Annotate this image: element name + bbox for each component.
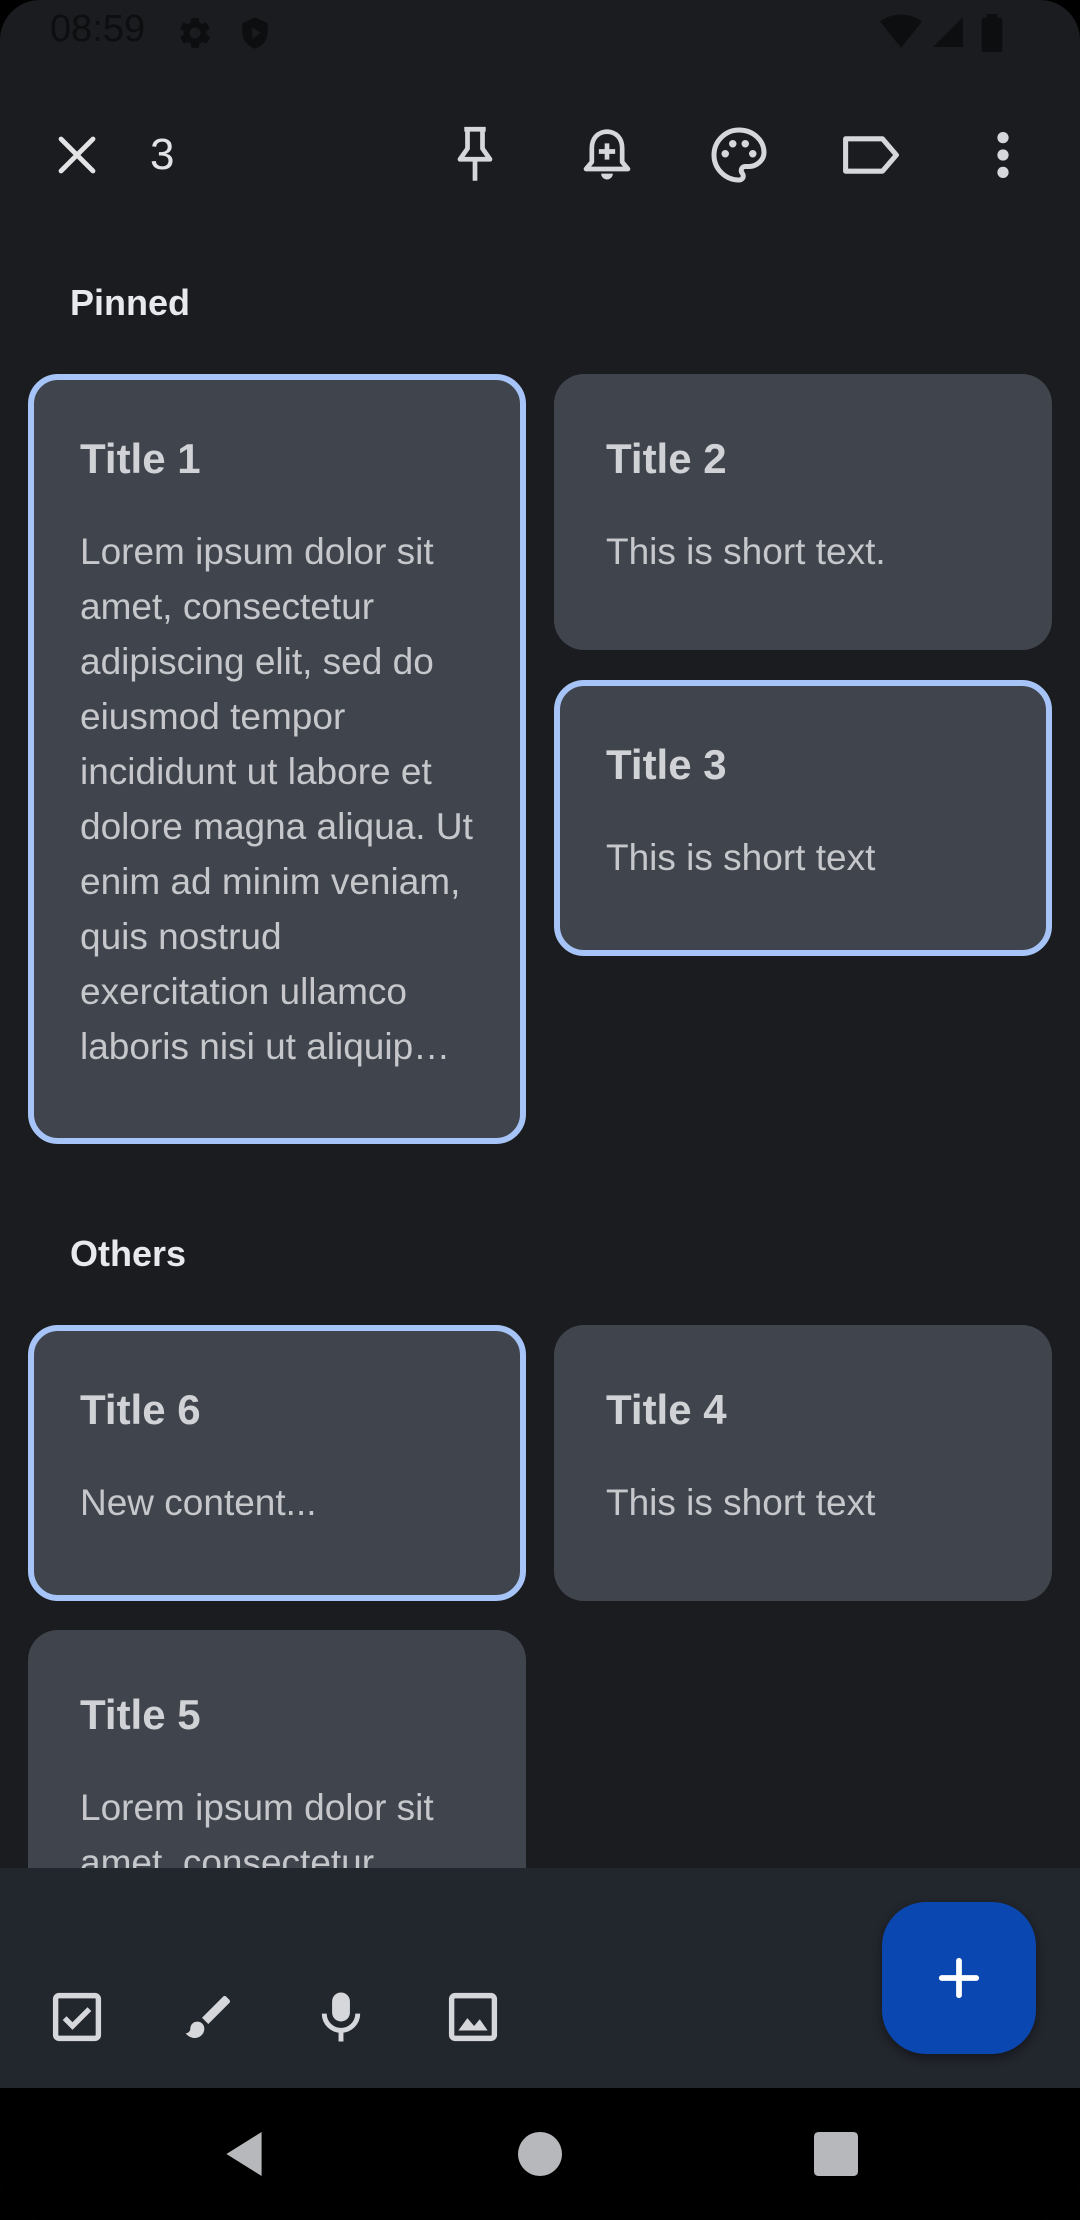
close-icon[interactable]: [44, 122, 110, 188]
battery-icon: [980, 14, 1004, 57]
signal-icon: [930, 14, 966, 55]
note-body: New content...: [80, 1482, 317, 1523]
note-card-title-3[interactable]: Title 3 This is short text: [554, 680, 1052, 956]
palette-icon[interactable]: [706, 122, 772, 188]
pinned-section-label: Pinned: [70, 282, 191, 323]
selection-action-bar: 3: [0, 90, 1080, 220]
home-nav-icon[interactable]: [510, 2124, 570, 2184]
note-card-title-4[interactable]: Title 4 This is short text: [554, 1325, 1052, 1601]
note-body: This is short text: [606, 837, 876, 878]
checkbox-icon[interactable]: [44, 1984, 110, 2050]
note-title: Title 3: [606, 741, 727, 788]
note-body: This is short text: [606, 1482, 876, 1523]
image-icon[interactable]: [440, 1984, 506, 2050]
add-reminder-icon[interactable]: [574, 122, 640, 188]
note-title: Title 6: [80, 1386, 201, 1433]
note-body: This is short text.: [606, 531, 886, 572]
brush-icon[interactable]: [176, 1984, 242, 2050]
note-title: Title 5: [80, 1691, 201, 1738]
pin-icon[interactable]: [442, 122, 508, 188]
play-protect-icon: [238, 14, 272, 57]
settings-icon: [176, 14, 214, 57]
note-title: Title 1: [80, 435, 201, 482]
note-body: Lorem ipsum dolor sit amet, consectetur …: [80, 531, 473, 1067]
new-note-fab[interactable]: [882, 1902, 1036, 2054]
note-card-title-1[interactable]: Title 1 Lorem ipsum dolor sit amet, cons…: [28, 374, 526, 1144]
note-card-title-2[interactable]: Title 2 This is short text.: [554, 374, 1052, 650]
status-bar: 08:59: [0, 0, 1080, 64]
wifi-icon: [880, 14, 922, 55]
more-vert-icon[interactable]: [970, 122, 1036, 188]
status-time: 08:59: [50, 8, 146, 50]
note-title: Title 4: [606, 1386, 727, 1433]
others-section-label: Others: [70, 1233, 187, 1274]
note-title: Title 2: [606, 435, 727, 482]
recents-nav-icon[interactable]: [806, 2124, 866, 2184]
back-nav-icon[interactable]: [214, 2124, 274, 2184]
system-navigation-bar: [0, 2088, 1080, 2220]
app-screen: 08:59 3 Pinned Title 1 Lorem ipsum dolor…: [0, 0, 1080, 2220]
label-icon[interactable]: [838, 122, 904, 188]
note-card-title-6[interactable]: Title 6 New content...: [28, 1325, 526, 1601]
selection-count: 3: [150, 130, 175, 179]
mic-icon[interactable]: [308, 1984, 374, 2050]
plus-icon: [938, 1957, 980, 1999]
